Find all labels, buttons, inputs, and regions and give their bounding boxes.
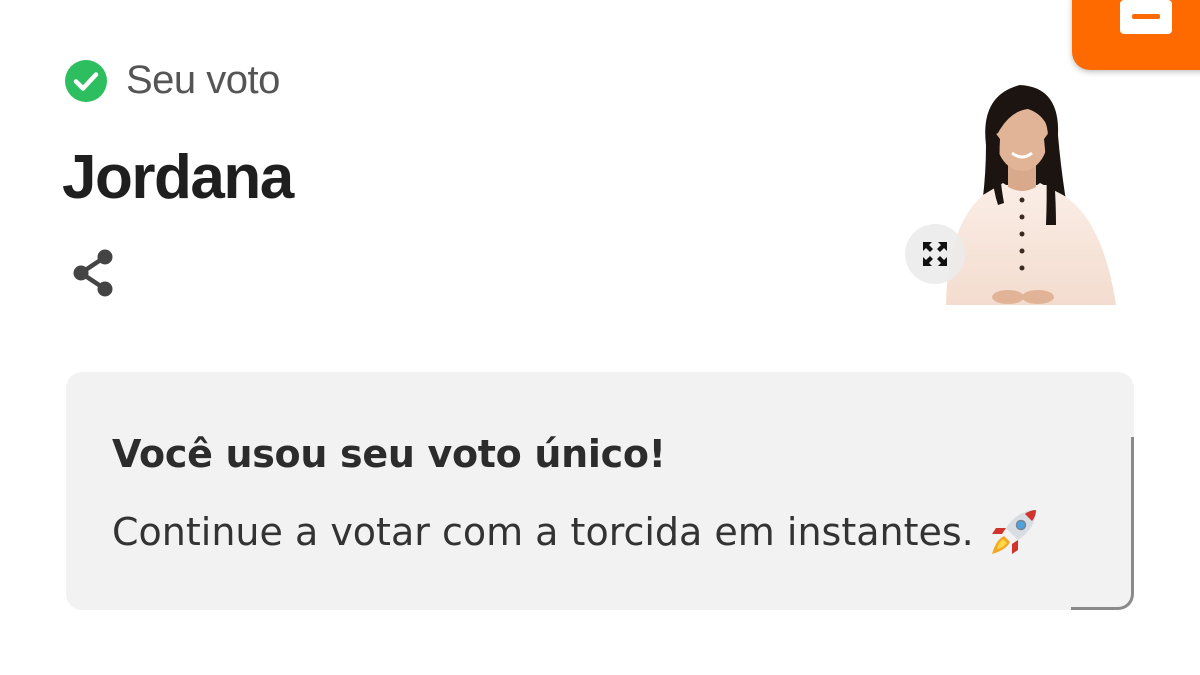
rocket-icon [991, 510, 1036, 554]
notice-title: Você usou seu voto único! [112, 432, 666, 476]
notice-message: Continue a votar com a torcida em instan… [112, 510, 974, 554]
expand-photo-button[interactable] [905, 224, 965, 284]
check-circle-icon [65, 59, 107, 102]
expand-icon [923, 242, 947, 266]
share-button[interactable] [66, 246, 120, 300]
vote-status: Seu voto [64, 58, 280, 103]
candidate-name: Jordana [62, 143, 294, 212]
share-icon [73, 249, 113, 297]
vote-used-notice: Você usou seu voto único! Continue a vot… [66, 372, 1134, 610]
note-icon [1120, 0, 1172, 34]
orange-action-button[interactable] [1072, 0, 1200, 70]
vote-label: Seu voto [126, 58, 280, 102]
notice-body: Continue a votar com a torcida em instan… [112, 506, 1040, 558]
